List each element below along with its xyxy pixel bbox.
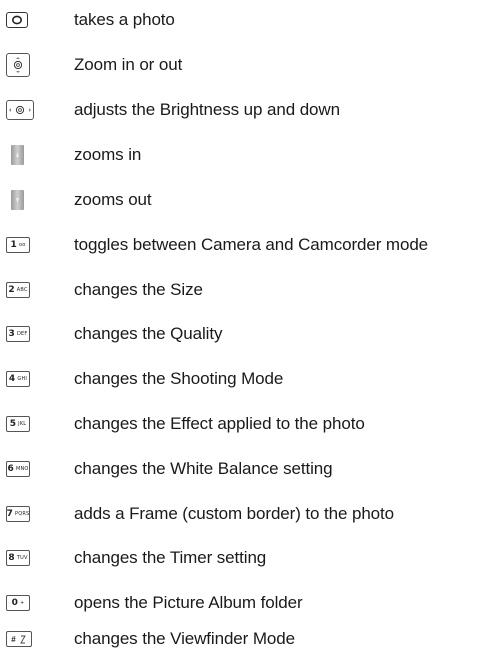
nav-up-down-key-icon	[6, 53, 30, 77]
row-label: toggles between Camera and Camcorder mod…	[74, 235, 429, 254]
key-3-icon: 3 DEF	[6, 326, 30, 342]
row-label: opens the Picture Album folder	[74, 593, 303, 612]
key-row-hash: # changes the Viewfinder Mode	[0, 624, 489, 654]
key-row-8: 8 TUV changes the Timer setting	[0, 543, 489, 573]
volume-up-key-icon	[11, 145, 24, 165]
key-row-zoom: Zoom in or out	[0, 50, 489, 80]
row-label: Zoom in or out	[74, 55, 183, 74]
key-row-5: 5 JKL changes the Effect applied to the p…	[0, 409, 489, 439]
key-4-icon: 4 GHI	[6, 371, 30, 387]
key-2-icon: 2 ABC	[6, 282, 30, 298]
key-row-4: 4 GHI changes the Shooting Mode	[0, 364, 489, 394]
nav-left-right-key-icon	[6, 100, 34, 120]
key-5-icon: 5 JKL	[6, 416, 30, 432]
row-label: changes the White Balance setting	[74, 459, 333, 478]
key-row-6: 6 MNO changes the White Balance setting	[0, 454, 489, 484]
row-label: zooms in	[74, 145, 142, 164]
key-row-2: 2 ABC changes the Size	[0, 275, 489, 305]
key-0-icon: 0 +	[6, 595, 30, 611]
row-label: changes the Effect applied to the photo	[74, 414, 365, 433]
key-row-0: 0 + opens the Picture Album folder	[0, 588, 489, 618]
row-label: adds a Frame (custom border) to the phot…	[74, 504, 395, 523]
camera-shutter-key-icon	[6, 12, 28, 28]
row-label: zooms out	[74, 190, 152, 209]
row-label: adjusts the Brightness up and down	[74, 100, 340, 119]
key-row-1: 1 oo toggles between Camera and Camcorder…	[0, 230, 489, 260]
row-label: changes the Shooting Mode	[74, 369, 284, 388]
key-8-icon: 8 TUV	[6, 550, 30, 566]
key-row-zoom-out: zooms out	[0, 185, 489, 215]
key-row-take-photo: takes a photo	[0, 5, 489, 35]
row-label: changes the Quality	[74, 324, 223, 343]
key-row-brightness: adjusts the Brightness up and down	[0, 95, 489, 125]
key-6-icon: 6 MNO	[6, 461, 30, 477]
key-7-icon: 7 PQRS	[6, 506, 30, 522]
key-row-zoom-in: zooms in	[0, 140, 489, 170]
key-row-7: 7 PQRS adds a Frame (custom border) to th…	[0, 499, 489, 529]
row-label: changes the Size	[74, 280, 203, 299]
key-1-icon: 1 oo	[6, 237, 30, 253]
row-label: takes a photo	[74, 10, 175, 29]
key-hash-icon: #	[6, 631, 32, 647]
row-label: changes the Viewfinder Mode	[74, 629, 295, 648]
volume-down-key-icon	[11, 190, 24, 210]
row-label: changes the Timer setting	[74, 548, 267, 567]
key-row-3: 3 DEF changes the Quality	[0, 319, 489, 349]
